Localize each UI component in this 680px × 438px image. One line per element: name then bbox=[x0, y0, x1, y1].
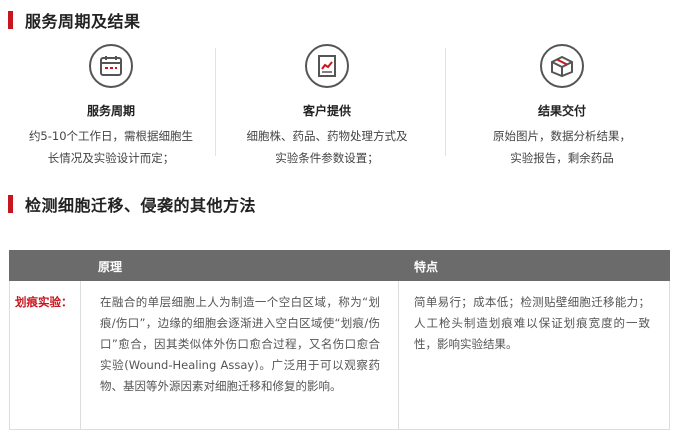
feature-desc-line: 实验报告，剩余药品 bbox=[510, 151, 614, 165]
section-title-text: 检测细胞迁移、侵袭的其他方法 bbox=[25, 196, 257, 215]
column-divider bbox=[398, 281, 399, 429]
title-accent-bar bbox=[8, 11, 13, 29]
feature-desc-line: 实验条件参数设置； bbox=[275, 151, 379, 165]
feature-divider bbox=[445, 48, 446, 156]
section-title-service: 服务周期及结果 bbox=[8, 10, 141, 31]
feature-desc-line: 原始图片，数据分析结果， bbox=[493, 129, 631, 143]
feature-title: 结果交付 bbox=[537, 104, 586, 118]
section-title-other-methods: 检测细胞迁移、侵袭的其他方法 bbox=[8, 194, 257, 215]
table-header: 原理 特点 bbox=[9, 250, 670, 281]
feature-description: 原始图片，数据分析结果， 实验报告，剩余药品 bbox=[457, 125, 667, 169]
feature-divider bbox=[215, 48, 216, 156]
feature-description: 约5-10个工作日，需根据细胞生 长情况及实验设计而定； bbox=[6, 125, 216, 169]
title-accent-bar bbox=[8, 195, 13, 213]
package-icon bbox=[540, 44, 584, 88]
feature-desc-line: 细胞株、药品、药物处理方式及 bbox=[246, 129, 408, 143]
header-features: 特点 bbox=[414, 260, 439, 274]
methods-table: 原理 特点 划痕实验： 在融合的单层细胞上人为制造一个空白区域，称为“划痕/伤口… bbox=[9, 250, 670, 430]
feature-description: 细胞株、药品、药物处理方式及 实验条件参数设置； bbox=[222, 125, 432, 169]
feature-desc-line: 长情况及实验设计而定； bbox=[47, 151, 175, 165]
cell-principle: 在融合的单层细胞上人为制造一个空白区域，称为“划痕/伤口”，边缘的细胞会逐渐进入… bbox=[100, 295, 380, 393]
cell-features: 简单易行；成本低；检测贴壁细胞迁移能力；人工枪头制造划痕难以保证划痕宽度的一致性… bbox=[414, 295, 650, 351]
feature-client-provide: 客户提供 细胞株、药品、药物处理方式及 实验条件参数设置； bbox=[222, 44, 432, 169]
calendar-icon bbox=[89, 44, 133, 88]
feature-result-delivery: 结果交付 原始图片，数据分析结果， 实验报告，剩余药品 bbox=[457, 44, 667, 169]
document-chart-icon bbox=[305, 44, 349, 88]
column-divider bbox=[80, 281, 81, 429]
header-principle: 原理 bbox=[98, 260, 123, 274]
feature-title: 客户提供 bbox=[302, 104, 351, 118]
feature-desc-line: 约5-10个工作日，需根据细胞生 bbox=[28, 129, 194, 143]
feature-title: 服务周期 bbox=[86, 104, 135, 118]
feature-service-cycle: 服务周期 约5-10个工作日，需根据细胞生 长情况及实验设计而定； bbox=[6, 44, 216, 169]
service-features: 服务周期 约5-10个工作日，需根据细胞生 长情况及实验设计而定； 客户提供 细… bbox=[0, 44, 680, 172]
row-label-scratch-assay: 划痕实验： bbox=[15, 295, 73, 309]
section-title-text: 服务周期及结果 bbox=[25, 12, 141, 31]
